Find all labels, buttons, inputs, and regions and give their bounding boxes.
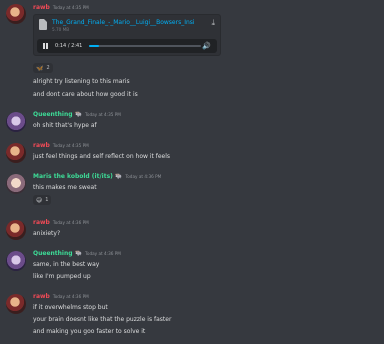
message-header: Queenthing 🐃 Today at 4:36 PM — [33, 250, 121, 257]
bison-icon: 🐃 — [114, 173, 123, 180]
timestamp: Today at 4:36 PM — [52, 220, 89, 225]
chat-log: rawb Today at 4:35 PM The_Grand_Finale_-… — [0, 0, 384, 344]
avatar[interactable] — [6, 112, 26, 132]
avatar[interactable] — [6, 4, 26, 24]
username[interactable]: rawb — [33, 142, 50, 149]
download-icon[interactable]: ⤓ — [211, 19, 215, 27]
audio-seek-bar[interactable] — [89, 45, 201, 47]
message-header: rawb Today at 4:36 PM — [33, 293, 89, 300]
pause-icon[interactable] — [43, 43, 48, 49]
username[interactable]: rawb — [33, 219, 50, 226]
message-text: just feel things and self reflect on how… — [33, 153, 171, 160]
message-text: and making you goo faster to solve it — [33, 328, 146, 335]
reaction-emoji: 🦋 — [36, 64, 44, 72]
attachment-file-name[interactable]: The_Grand_Finale_-_Mario__Luigi__Bowsers… — [52, 19, 210, 26]
volume-icon[interactable]: 🔊 — [202, 42, 211, 50]
audio-seek-progress — [89, 45, 100, 47]
message-text: alright try listening to this maris — [33, 78, 130, 85]
file-icon — [39, 19, 47, 30]
message-header: rawb Today at 4:36 PM — [33, 219, 89, 226]
username[interactable]: Queenthing — [33, 111, 73, 118]
avatar[interactable] — [6, 143, 26, 163]
audio-attachment: The_Grand_Finale_-_Mario__Luigi__Bowsers… — [33, 14, 221, 56]
message-header: rawb Today at 4:35 PM — [33, 142, 89, 149]
bison-icon: 🐃 — [74, 111, 83, 118]
username[interactable]: Queenthing — [33, 250, 73, 257]
avatar[interactable] — [6, 220, 26, 240]
avatar[interactable] — [6, 174, 26, 194]
message-text: like I'm pumped up — [33, 273, 91, 280]
username[interactable]: rawb — [33, 4, 50, 11]
message-text: same, in the best way — [33, 261, 100, 268]
message-header: rawb Today at 4:35 PM — [33, 4, 89, 11]
timestamp: Today at 4:35 PM — [52, 5, 89, 10]
attachment-file-size: 5.70 MB — [52, 27, 70, 32]
message-text: anixiety? — [33, 230, 61, 237]
audio-time: 0:14 / 2:41 — [55, 42, 83, 49]
message-text: your brain doesnt like that the puzzle i… — [33, 316, 172, 323]
reaction[interactable]: 😅 1 — [33, 195, 52, 205]
username[interactable]: Maris the kobold (it/its) — [33, 173, 113, 180]
reaction-count: 1 — [45, 197, 49, 203]
audio-player: 0:14 / 2:41 🔊 — [37, 39, 217, 53]
message-header: Queenthing 🐃 Today at 4:35 PM — [33, 111, 121, 118]
reaction-count: 2 — [46, 65, 50, 71]
avatar[interactable] — [6, 251, 26, 271]
message-header: Maris the kobold (it/its) 🐃 Today at 4:3… — [33, 173, 161, 180]
timestamp: Today at 4:35 PM — [52, 143, 89, 148]
message-text: oh shit that's hype af — [33, 122, 97, 129]
reaction-emoji: 😅 — [36, 196, 43, 204]
timestamp: Today at 4:36 PM — [125, 174, 162, 179]
message-text: and dont care about how good it is — [33, 91, 138, 98]
username[interactable]: rawb — [33, 293, 50, 300]
timestamp: Today at 4:36 PM — [52, 294, 89, 299]
avatar[interactable] — [6, 294, 26, 314]
reaction[interactable]: 🦋 2 — [33, 63, 53, 73]
timestamp: Today at 4:36 PM — [85, 251, 121, 256]
message-text: this makes me sweat — [33, 184, 97, 191]
bison-icon: 🐃 — [74, 250, 83, 257]
message-text: if it overwhelms stop but — [33, 304, 108, 311]
timestamp: Today at 4:35 PM — [85, 112, 121, 117]
